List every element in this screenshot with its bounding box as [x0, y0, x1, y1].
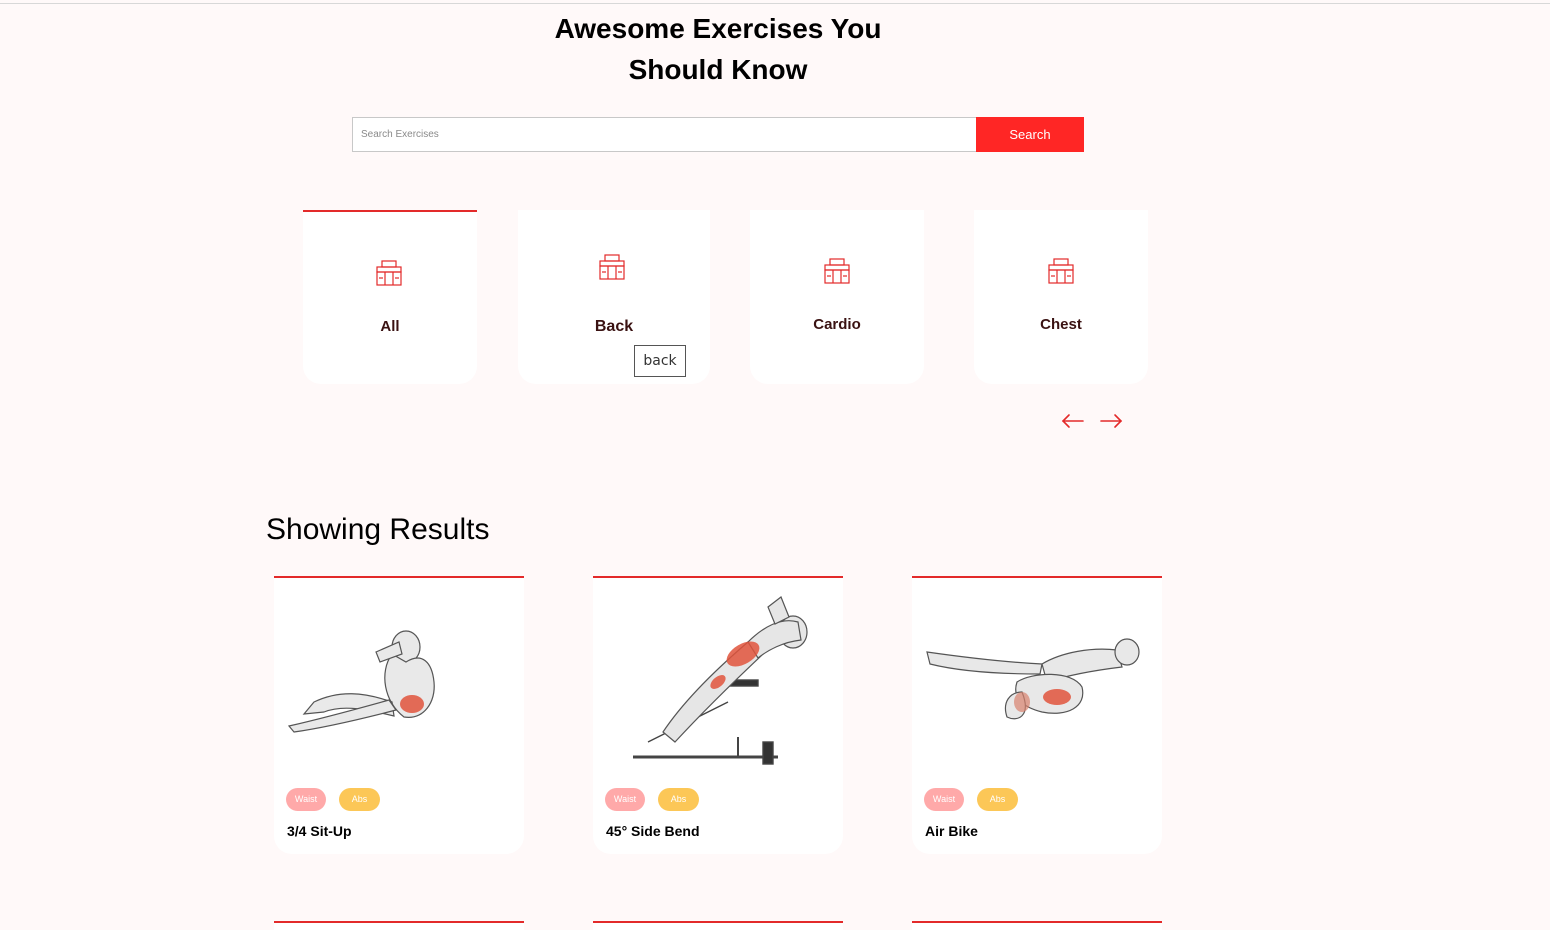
category-label: Cardio [813, 316, 861, 333]
page-title-line-1: Awesome Exercises You [554, 13, 882, 44]
tag-bodypart[interactable]: Waist [924, 788, 964, 811]
page-title-line-2: Should Know [628, 54, 808, 85]
exercise-card-next-row[interactable] [912, 921, 1162, 930]
category-label: Chest [1040, 316, 1082, 333]
tag-bodypart[interactable]: Waist [286, 788, 326, 811]
exercise-image [633, 596, 808, 765]
exercise-card-next-row[interactable] [274, 921, 524, 930]
exercise-card[interactable]: Waist Abs 45° Side Bend [593, 576, 843, 854]
exercise-image [926, 638, 1140, 720]
arrow-left-icon[interactable] [1060, 410, 1086, 432]
exercise-card[interactable]: Waist Abs 3/4 Sit-Up [274, 576, 524, 854]
category-label: All [380, 318, 400, 335]
category-card-all[interactable]: All [303, 210, 477, 384]
tag-target[interactable]: Abs [977, 788, 1018, 811]
tag-target[interactable]: Abs [658, 788, 699, 811]
search-button[interactable]: Search [976, 117, 1084, 152]
gym-icon [824, 258, 850, 284]
gym-icon [376, 260, 402, 286]
gym-icon [1048, 258, 1074, 284]
exercise-name: 45° Side Bend [606, 823, 700, 839]
exercise-name: 3/4 Sit-Up [287, 823, 352, 839]
category-card-chest[interactable]: Chest [974, 210, 1148, 384]
exercise-card-next-row[interactable] [593, 921, 843, 930]
search-bar: Search [352, 117, 1084, 152]
top-divider [0, 3, 1550, 4]
gym-icon [599, 254, 625, 280]
exercise-card[interactable]: Waist Abs Air Bike [912, 576, 1162, 854]
search-input[interactable] [352, 117, 976, 152]
category-card-cardio[interactable]: Cardio [750, 210, 924, 384]
exercise-name: Air Bike [925, 823, 978, 839]
exercise-image [287, 630, 435, 733]
arrow-right-icon[interactable] [1098, 410, 1124, 432]
category-label: Back [594, 318, 634, 335]
page-title: Awesome Exercises You Should Know [468, 8, 968, 90]
results-title: Showing Results [266, 513, 490, 546]
tag-target[interactable]: Abs [339, 788, 380, 811]
tag-bodypart[interactable]: Waist [605, 788, 645, 811]
tooltip: back [634, 345, 686, 377]
